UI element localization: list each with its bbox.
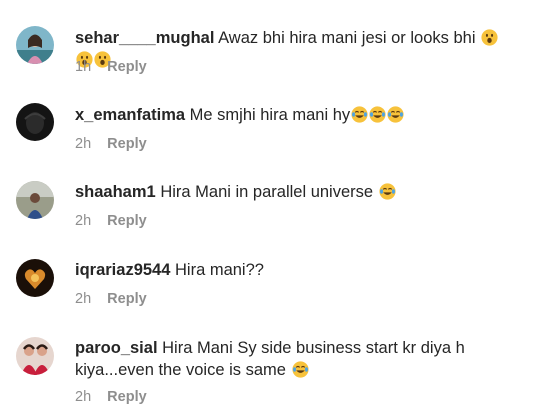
comment-body: Me smjhi hira mani hy: [189, 106, 351, 124]
comment-emojis: [378, 183, 396, 201]
face-with-open-mouth-icon: [481, 29, 498, 46]
comment-meta: 2h Reply: [75, 135, 147, 153]
tears-of-joy-icon: [369, 106, 386, 123]
avatar[interactable]: [16, 259, 54, 297]
comment-timestamp: 1h: [75, 59, 92, 75]
reply-button[interactable]: Reply: [107, 389, 147, 405]
comment-username[interactable]: shaaham1: [75, 183, 156, 201]
comment-text: x_emanfatima Me smjhi hira mani hy: [75, 104, 515, 126]
avatar[interactable]: [16, 26, 54, 64]
tears-of-joy-icon: [379, 183, 396, 200]
comment-body: Awaz bhi hira mani jesi or looks bhi: [218, 29, 476, 47]
comment-text: iqrariaz9544 Hira mani??: [75, 259, 515, 281]
comment-text: shaaham1 Hira Mani in parallel universe: [75, 181, 515, 203]
comment-username[interactable]: x_emanfatima: [75, 106, 185, 124]
comment-timestamp: 2h: [75, 136, 92, 152]
comment-timestamp: 2h: [75, 213, 92, 229]
comment-meta: 2h Reply: [75, 212, 147, 230]
comment-text: paroo_sial Hira Mani Sy side business st…: [75, 337, 515, 381]
comment-meta: 2h Reply: [75, 388, 147, 406]
reply-button[interactable]: Reply: [107, 291, 147, 307]
comment-username[interactable]: iqrariaz9544: [75, 261, 170, 279]
tears-of-joy-icon: [387, 106, 404, 123]
reply-button[interactable]: Reply: [107, 136, 147, 152]
comment-body: Hira mani??: [175, 261, 264, 279]
avatar[interactable]: [16, 181, 54, 219]
comment-emojis: [291, 361, 309, 379]
reply-button[interactable]: Reply: [107, 59, 147, 75]
reply-button[interactable]: Reply: [107, 213, 147, 229]
avatar[interactable]: [16, 337, 54, 375]
comment-meta: 1h Reply: [75, 58, 147, 76]
avatar[interactable]: [16, 103, 54, 141]
comment-emojis: [350, 106, 404, 124]
comment-timestamp: 2h: [75, 389, 92, 405]
tears-of-joy-icon: [351, 106, 368, 123]
comment-timestamp: 2h: [75, 291, 92, 307]
comment-username[interactable]: sehar____mughal: [75, 29, 214, 47]
comment-meta: 2h Reply: [75, 290, 147, 308]
tears-of-joy-icon: [291, 361, 309, 378]
comment-body: Hira Mani in parallel universe: [160, 183, 374, 201]
comment-username[interactable]: paroo_sial: [75, 339, 158, 357]
